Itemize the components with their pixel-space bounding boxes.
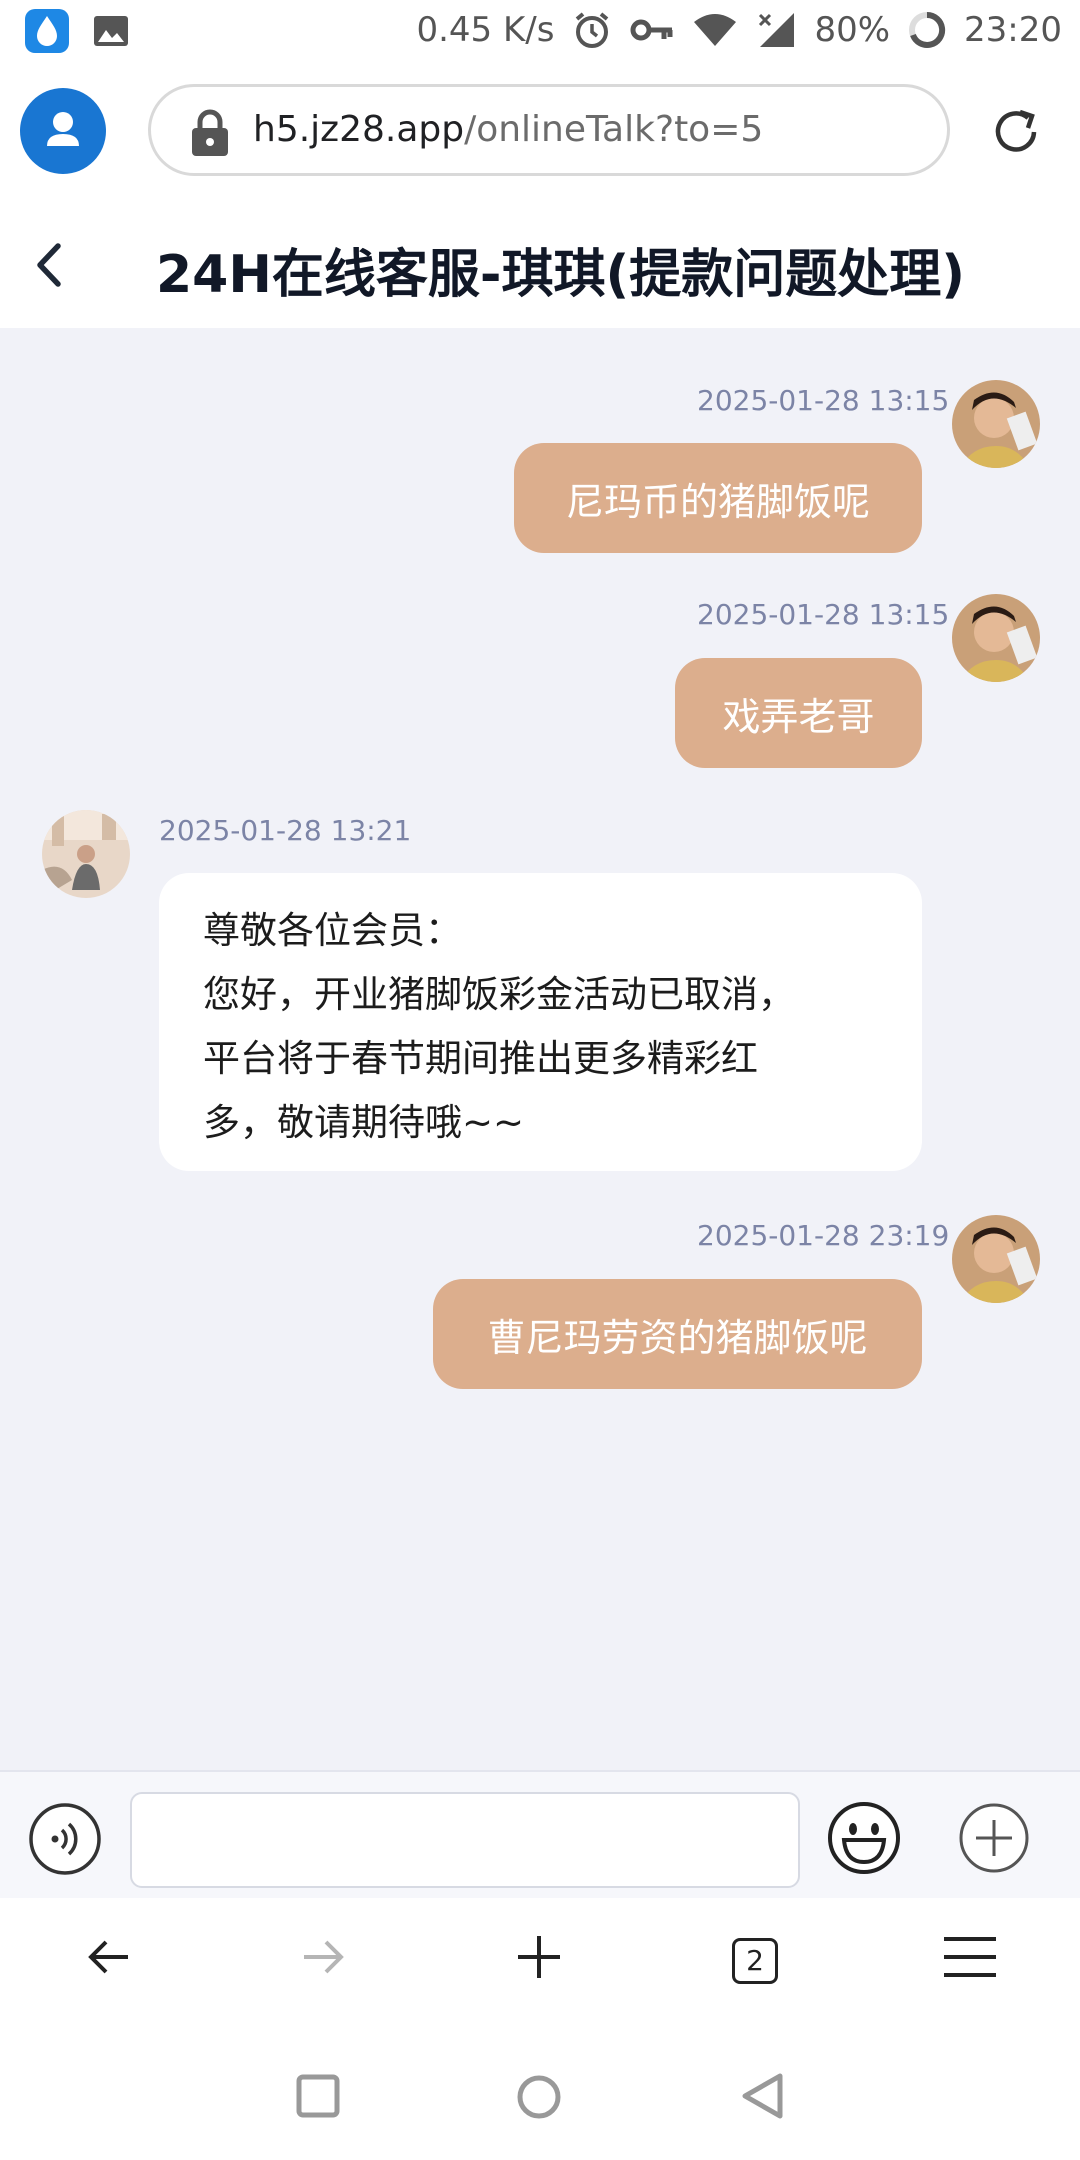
agent-avatar[interactable] [42,810,130,898]
message-timestamp: 2025-01-28 13:21 [159,814,412,847]
recent-apps-icon[interactable] [296,2074,340,2122]
outgoing-message-bubble[interactable]: 曹尼玛劳资的猪脚饭呢 [433,1279,922,1389]
gallery-icon [92,12,130,54]
message-timestamp: 2025-01-28 13:15 [697,384,950,417]
wifi-icon [692,12,738,48]
back-icon[interactable] [86,1934,132,1984]
alarm-icon [572,10,612,50]
message-line: 尊敬各位会员： [203,909,462,952]
water-drop-icon [24,8,70,58]
status-bar: 0.45 K/s 80% 23:20 [0,0,1080,66]
message-input-bar [0,1770,1080,1902]
battery-icon [908,11,946,49]
back-triangle-icon[interactable] [740,2072,784,2124]
battery-level: 80% [814,10,891,50]
emoji-icon[interactable] [826,1800,902,1880]
address-bar[interactable]: h5.jz28.app/onlineTalk?to=5 [148,84,950,176]
clock: 23:20 [964,10,1062,50]
message-line: 您好，开业猪脚饭彩金活动已取消， [203,973,795,1016]
url-path: /onlineTalk?to=5 [464,109,764,150]
forward-icon[interactable] [300,1934,346,1984]
outgoing-message-bubble[interactable]: 戏弄老哥 [675,658,922,768]
chat-header: 24H在线客服-琪琪(提款问题处理) [0,202,1080,328]
signal-icon [756,11,796,49]
person-icon [47,112,79,146]
message-line: 平台将于春节期间推出更多精彩红 [203,1037,758,1080]
home-icon[interactable] [516,2074,562,2124]
add-attachment-icon[interactable] [958,1802,1030,1878]
browser-bottom-nav: 2 [0,1898,1080,2032]
browser-toolbar: h5.jz28.app/onlineTalk?to=5 [0,66,1080,204]
user-avatar[interactable] [952,380,1040,468]
message-timestamp: 2025-01-28 13:15 [697,598,950,631]
outgoing-message-bubble[interactable]: 尼玛币的猪脚饭呢 [514,443,922,553]
profile-avatar-button[interactable] [20,88,106,174]
message-list: 2025-01-28 13:15 尼玛币的猪脚饭呢 2025-01-28 13:… [0,328,1080,1770]
message-timestamp: 2025-01-28 23:19 [697,1219,950,1252]
url-text: h5.jz28.app/onlineTalk?to=5 [253,109,763,150]
user-avatar[interactable] [952,594,1040,682]
menu-icon[interactable] [944,1934,996,1984]
voice-input-icon[interactable] [28,1802,102,1880]
reload-icon[interactable] [990,106,1042,162]
network-speed: 0.45 K/s [416,10,555,50]
message-input[interactable] [130,1792,800,1888]
incoming-message-bubble[interactable]: 尊敬各位会员： 您好，开业猪脚饭彩金活动已取消， 平台将于春节期间推出更多精彩红… [159,873,922,1171]
message-line: 多，敬请期待哦~~ [203,1101,525,1144]
chat-title: 24H在线客服-琪琪(提款问题处理) [156,245,965,305]
tab-count-button[interactable]: 2 [732,1938,778,1984]
system-navigation-bar [0,2032,1080,2160]
vpn-key-icon [630,15,674,45]
user-avatar[interactable] [952,1215,1040,1303]
back-arrow-icon[interactable] [30,240,70,294]
url-host: h5.jz28.app [253,109,465,150]
lock-icon [189,109,231,161]
new-tab-icon[interactable] [516,1934,562,1984]
